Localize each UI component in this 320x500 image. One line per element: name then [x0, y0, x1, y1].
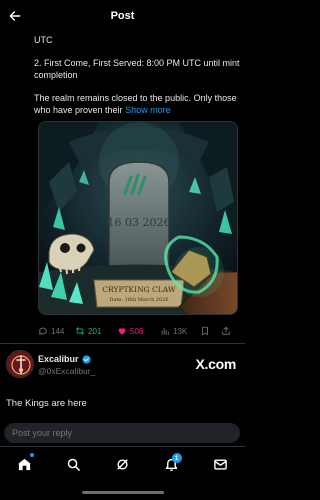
home-indicator: [82, 491, 164, 494]
reply-icon: [39, 327, 47, 336]
reply-text: The Kings are here: [6, 398, 87, 409]
like-action[interactable]: 508: [117, 326, 160, 336]
repost-count: 201: [88, 326, 102, 336]
search-icon: [67, 458, 80, 471]
repost-icon: [76, 327, 84, 335]
heart-icon: [118, 328, 126, 335]
like-count: 508: [130, 326, 144, 336]
reply-composer[interactable]: [4, 423, 240, 443]
nav-messages[interactable]: [210, 453, 232, 475]
post-text-line: 2. First Come, First Served: 8:00 PM UTC…: [34, 58, 240, 80]
views-icon: [161, 328, 169, 335]
bookmark-icon: [202, 326, 208, 336]
reply-author-row: Excalibur @0xExcalibur_ X.com: [6, 350, 240, 382]
messages-icon: [214, 458, 227, 470]
avatar[interactable]: [6, 350, 34, 378]
crypt-illustration: 16 03 2026 CRYPTKING CLAW Date: 16th Mar…: [39, 122, 237, 314]
reply-author-handle[interactable]: @0xExcalibur_: [38, 366, 95, 376]
bookmark-action[interactable]: [200, 326, 221, 336]
nav-search[interactable]: [63, 453, 85, 475]
nav-notifications[interactable]: 1: [161, 453, 183, 475]
home-icon: [18, 458, 31, 470]
share-icon: [222, 326, 230, 335]
nav-grok[interactable]: [112, 453, 134, 475]
reply-action[interactable]: 144: [38, 326, 75, 336]
nav-home[interactable]: [14, 453, 36, 475]
show-more-link[interactable]: Show more: [125, 105, 171, 115]
unread-dot: [29, 453, 34, 457]
post-text: UTC 2. First Come, First Served: 8:00 PM…: [34, 34, 240, 127]
post-action-bar: 144 201 508 13K: [38, 325, 240, 337]
grok-icon: [117, 458, 128, 470]
page-title: Post: [110, 10, 135, 22]
divider: [0, 446, 245, 447]
divider: [0, 343, 245, 344]
share-action[interactable]: [221, 326, 233, 336]
top-bar: Post: [0, 0, 245, 34]
plaque-title: CRYPTKING CLAW: [102, 285, 175, 294]
reply-count: 144: [51, 326, 65, 336]
reply-input[interactable]: [12, 428, 240, 438]
reply-author-name[interactable]: Excalibur: [38, 354, 91, 364]
bottom-nav: 1: [0, 449, 245, 479]
plaque-subtitle: Date: 16th March 2026: [109, 297, 168, 303]
views-action[interactable]: 13K: [160, 326, 200, 336]
post-text-line: UTC: [34, 35, 53, 45]
verified-badge-icon: [81, 354, 91, 364]
repost-action[interactable]: 201: [75, 326, 117, 336]
xcom-watermark: X.com: [195, 356, 236, 372]
author-name-text: Excalibur: [38, 354, 79, 364]
notification-badge: 1: [171, 453, 182, 463]
excalibur-logo-icon: [7, 351, 33, 377]
post-text-line: The realm remains closed to the public. …: [34, 92, 240, 116]
views-count: 13K: [173, 326, 188, 336]
tombstone-date: 16 03 2026: [108, 216, 171, 229]
post-image[interactable]: 16 03 2026 CRYPTKING CLAW Date: 16th Mar…: [38, 121, 238, 315]
